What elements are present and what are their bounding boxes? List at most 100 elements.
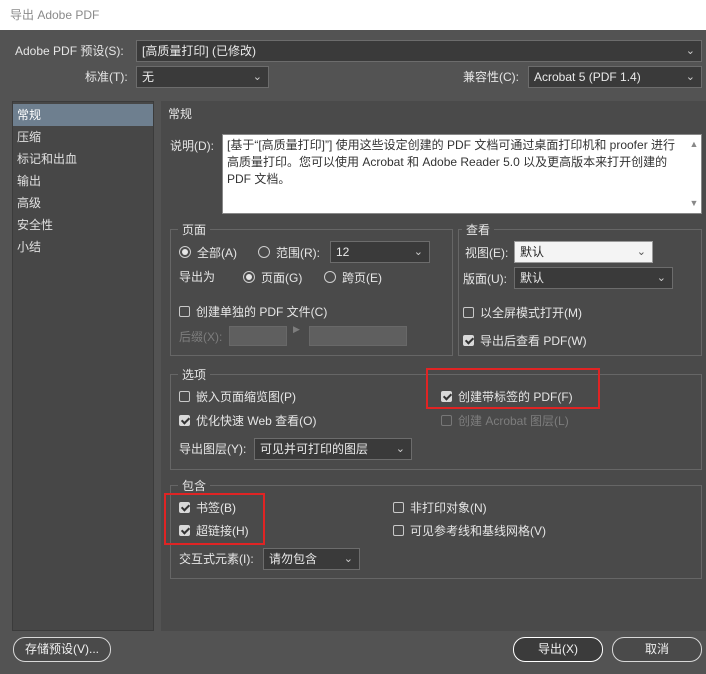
all-pages-option[interactable]: 全部(A) xyxy=(179,243,237,261)
suffix-preview-field xyxy=(309,326,407,346)
export-layers-dropdown[interactable]: 可见并可打印的图层 ⌄ xyxy=(254,438,412,460)
pages-group-title: 页面 xyxy=(178,223,211,237)
chevron-down-icon: ⌄ xyxy=(395,443,405,455)
interactive-value: 请勿包含 xyxy=(269,552,318,566)
interactive-dropdown[interactable]: 请勿包含 ⌄ xyxy=(263,548,360,570)
nonprinting-option[interactable]: 非打印对象(N) xyxy=(393,498,487,516)
sidebar-item-summary[interactable]: 小结 xyxy=(13,236,153,258)
acrobat-layers-label: 创建 Acrobat 图层(L) xyxy=(458,413,569,428)
chevron-down-icon: ⌄ xyxy=(413,246,423,258)
compat-value: Acrobat 5 (PDF 1.4) xyxy=(534,70,641,84)
pages-radio-label: 页面(G) xyxy=(261,270,303,285)
sidebar-item-general[interactable]: 常规 xyxy=(13,104,153,126)
compat-dropdown[interactable]: Acrobat 5 (PDF 1.4) ⌄ xyxy=(528,66,702,88)
chevron-down-icon: ⌄ xyxy=(685,45,695,57)
preset-value: [高质量打印] (已修改) xyxy=(142,44,256,58)
preset-dropdown[interactable]: [高质量打印] (已修改) ⌄ xyxy=(136,40,702,62)
view-after-export-option[interactable]: 导出后查看 PDF(W) xyxy=(463,331,587,349)
bookmarks-option[interactable]: 书签(B) xyxy=(179,498,236,516)
view-group-title: 查看 xyxy=(462,223,495,237)
optimize-web-label: 优化快速 Web 查看(O) xyxy=(196,413,317,428)
tagged-pdf-label: 创建带标签的 PDF(F) xyxy=(458,389,573,404)
nonprinting-label: 非打印对象(N) xyxy=(410,500,487,515)
embed-thumbs-option[interactable]: 嵌入页面缩览图(P) xyxy=(179,387,296,405)
single-pdf-label: 创建单独的 PDF 文件(C) xyxy=(196,304,328,319)
hyperlinks-checkbox[interactable] xyxy=(179,524,190,536)
embed-thumbs-label: 嵌入页面缩览图(P) xyxy=(196,389,296,404)
range-option[interactable]: 范围(R): xyxy=(258,243,320,261)
fullscreen-option[interactable]: 以全屏模式打开(M) xyxy=(463,303,582,321)
standard-value: 无 xyxy=(142,70,155,84)
sidebar-item-security[interactable]: 安全性 xyxy=(13,214,153,236)
guides-grids-checkbox[interactable] xyxy=(393,524,404,536)
tagged-pdf-option[interactable]: 创建带标签的 PDF(F) xyxy=(441,387,573,405)
suffix-field xyxy=(229,326,287,346)
chevron-down-icon: ⌄ xyxy=(656,272,666,284)
panel-heading: 常规 xyxy=(168,107,193,121)
chevron-down-icon: ⌄ xyxy=(685,71,695,83)
scroll-down-icon[interactable]: ▼ xyxy=(688,195,700,212)
tagged-pdf-checkbox[interactable] xyxy=(441,390,452,402)
fullscreen-label: 以全屏模式打开(M) xyxy=(480,305,582,320)
sidebar-item-marks-bleeds[interactable]: 标记和出血 xyxy=(13,148,153,170)
layout-label: 版面(U): xyxy=(463,272,507,286)
compat-label: 兼容性(C): xyxy=(463,70,519,84)
spreads-label: 跨页(E) xyxy=(342,270,382,285)
range-value: 12 xyxy=(336,245,350,259)
sidebar: 常规 压缩 标记和出血 输出 高级 安全性 小结 xyxy=(12,101,154,631)
all-pages-radio[interactable] xyxy=(179,246,191,258)
single-pdf-option[interactable]: 创建单独的 PDF 文件(C) xyxy=(179,302,327,320)
save-preset-button[interactable]: 存储预设(V)... xyxy=(13,637,111,662)
range-label: 范围(R): xyxy=(276,245,320,260)
description-textarea[interactable]: [基于“[高质量打印]”] 使用这些设定创建的 PDF 文档可通过桌面打印机和 … xyxy=(222,134,702,214)
include-group-title: 包含 xyxy=(178,479,211,493)
chevron-down-icon: ⌄ xyxy=(636,246,646,258)
view-value: 默认 xyxy=(520,245,545,259)
acrobat-layers-checkbox[interactable] xyxy=(441,414,452,426)
fullscreen-checkbox[interactable] xyxy=(463,306,474,318)
export-layers-label: 导出图层(Y): xyxy=(179,442,247,456)
layout-value: 默认 xyxy=(520,271,545,285)
scroll-up-icon[interactable]: ▲ xyxy=(688,136,700,153)
description-scrollbar[interactable]: ▲ ▼ xyxy=(688,136,700,212)
suffix-label: 后缀(X): xyxy=(179,330,223,344)
optimize-web-option[interactable]: 优化快速 Web 查看(O) xyxy=(179,411,316,429)
all-pages-label: 全部(A) xyxy=(197,245,237,260)
sidebar-item-output[interactable]: 输出 xyxy=(13,170,153,192)
spreads-radio[interactable] xyxy=(324,271,336,283)
export-as-label: 导出为 xyxy=(179,270,216,284)
window-title: 导出 Adobe PDF xyxy=(0,0,706,30)
acrobat-layers-option[interactable]: 创建 Acrobat 图层(L) xyxy=(441,411,569,429)
chevron-down-icon: ⌄ xyxy=(343,553,353,565)
hyperlinks-label: 超链接(H) xyxy=(196,523,249,538)
embed-thumbs-checkbox[interactable] xyxy=(179,390,190,402)
pages-radio[interactable] xyxy=(243,271,255,283)
nonprinting-checkbox[interactable] xyxy=(393,501,404,513)
export-button[interactable]: 导出(X) xyxy=(513,637,603,662)
preset-label: Adobe PDF 预设(S): xyxy=(15,44,124,58)
chevron-down-icon: ⌄ xyxy=(252,71,262,83)
range-radio[interactable] xyxy=(258,246,270,258)
hyperlinks-option[interactable]: 超链接(H) xyxy=(179,521,249,539)
sidebar-item-advanced[interactable]: 高级 xyxy=(13,192,153,214)
interactive-label: 交互式元素(I): xyxy=(179,552,254,566)
guides-grids-option[interactable]: 可见参考线和基线网格(V) xyxy=(393,521,546,539)
pages-option[interactable]: 页面(G) xyxy=(243,268,302,286)
bookmarks-checkbox[interactable] xyxy=(179,501,190,513)
description-text: [基于“[高质量打印]”] 使用这些设定创建的 PDF 文档可通过桌面打印机和 … xyxy=(227,138,676,186)
optimize-web-checkbox[interactable] xyxy=(179,414,190,426)
spreads-option[interactable]: 跨页(E) xyxy=(324,268,382,286)
view-label: 视图(E): xyxy=(465,246,509,260)
single-pdf-checkbox[interactable] xyxy=(179,305,190,317)
bookmarks-label: 书签(B) xyxy=(196,500,236,515)
layout-dropdown[interactable]: 默认 ⌄ xyxy=(514,267,673,289)
view-dropdown[interactable]: 默认 ⌄ xyxy=(514,241,653,263)
view-after-export-checkbox[interactable] xyxy=(463,334,474,346)
cancel-button[interactable]: 取消 xyxy=(612,637,702,662)
range-combo[interactable]: 12 ⌄ xyxy=(330,241,430,263)
options-group-title: 选项 xyxy=(178,368,211,382)
guides-grids-label: 可见参考线和基线网格(V) xyxy=(410,523,546,538)
sidebar-item-compression[interactable]: 压缩 xyxy=(13,126,153,148)
standard-dropdown[interactable]: 无 ⌄ xyxy=(136,66,269,88)
desc-label: 说明(D): xyxy=(170,139,214,153)
